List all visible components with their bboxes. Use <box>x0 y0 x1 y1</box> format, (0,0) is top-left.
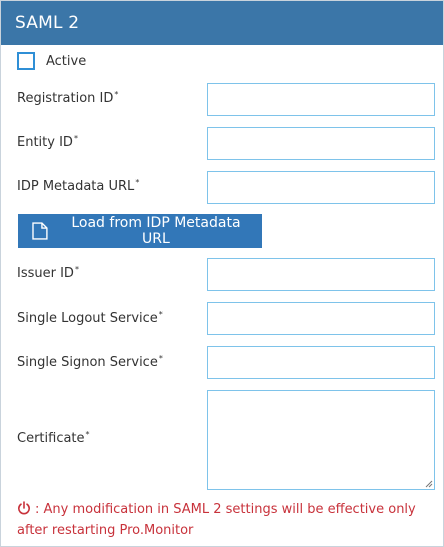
load-button-label: Load from IDP Metadata URL <box>71 215 241 247</box>
required-mark: * <box>158 354 163 363</box>
document-icon <box>32 222 48 240</box>
idp-metadata-url-input[interactable] <box>207 171 435 204</box>
issuer-id-label: Issuer ID* <box>17 265 79 281</box>
active-checkbox[interactable] <box>17 52 35 70</box>
certificate-textarea[interactable] <box>207 390 435 490</box>
panel-header: SAML 2 <box>1 1 443 45</box>
panel-title: SAML 2 <box>15 13 80 33</box>
entity-id-label-text: Entity ID <box>17 135 73 150</box>
certificate-textarea-wrap <box>207 390 435 490</box>
required-mark: * <box>114 90 119 99</box>
single-logout-service-label: Single Logout Service* <box>17 310 163 326</box>
required-mark: * <box>158 310 163 319</box>
registration-id-label: Registration ID* <box>17 90 119 106</box>
single-logout-service-input[interactable] <box>207 302 435 335</box>
single-signon-service-label: Single Signon Service* <box>17 354 163 370</box>
issuer-id-label-text: Issuer ID <box>17 266 74 281</box>
resize-grip-icon[interactable] <box>425 480 433 488</box>
load-from-idp-metadata-url-button[interactable]: Load from IDP Metadata URL <box>18 214 262 248</box>
active-label: Active <box>46 53 87 69</box>
single-signon-service-label-text: Single Signon Service <box>17 355 158 370</box>
idp-metadata-url-label-text: IDP Metadata URL <box>17 179 135 194</box>
saml2-panel: SAML 2 Active Registration ID* Entity ID… <box>0 0 444 547</box>
required-mark: * <box>74 265 79 274</box>
single-signon-service-input[interactable] <box>207 346 435 379</box>
entity-id-input[interactable] <box>207 127 435 160</box>
required-mark: * <box>85 430 90 439</box>
entity-id-label: Entity ID* <box>17 134 78 150</box>
registration-id-label-text: Registration ID <box>17 91 114 106</box>
certificate-label-text: Certificate <box>17 431 85 446</box>
idp-metadata-url-label: IDP Metadata URL* <box>17 178 140 194</box>
registration-id-input[interactable] <box>207 83 435 116</box>
notice-text: : Any modification in SAML 2 settings wi… <box>17 502 416 538</box>
issuer-id-input[interactable] <box>207 258 435 291</box>
power-icon <box>18 501 30 515</box>
certificate-label: Certificate* <box>17 430 90 446</box>
required-mark: * <box>73 134 78 143</box>
active-row[interactable]: Active <box>17 52 86 70</box>
single-logout-service-label-text: Single Logout Service <box>17 311 158 326</box>
restart-notice: : Any modification in SAML 2 settings wi… <box>17 499 427 541</box>
required-mark: * <box>135 178 140 187</box>
